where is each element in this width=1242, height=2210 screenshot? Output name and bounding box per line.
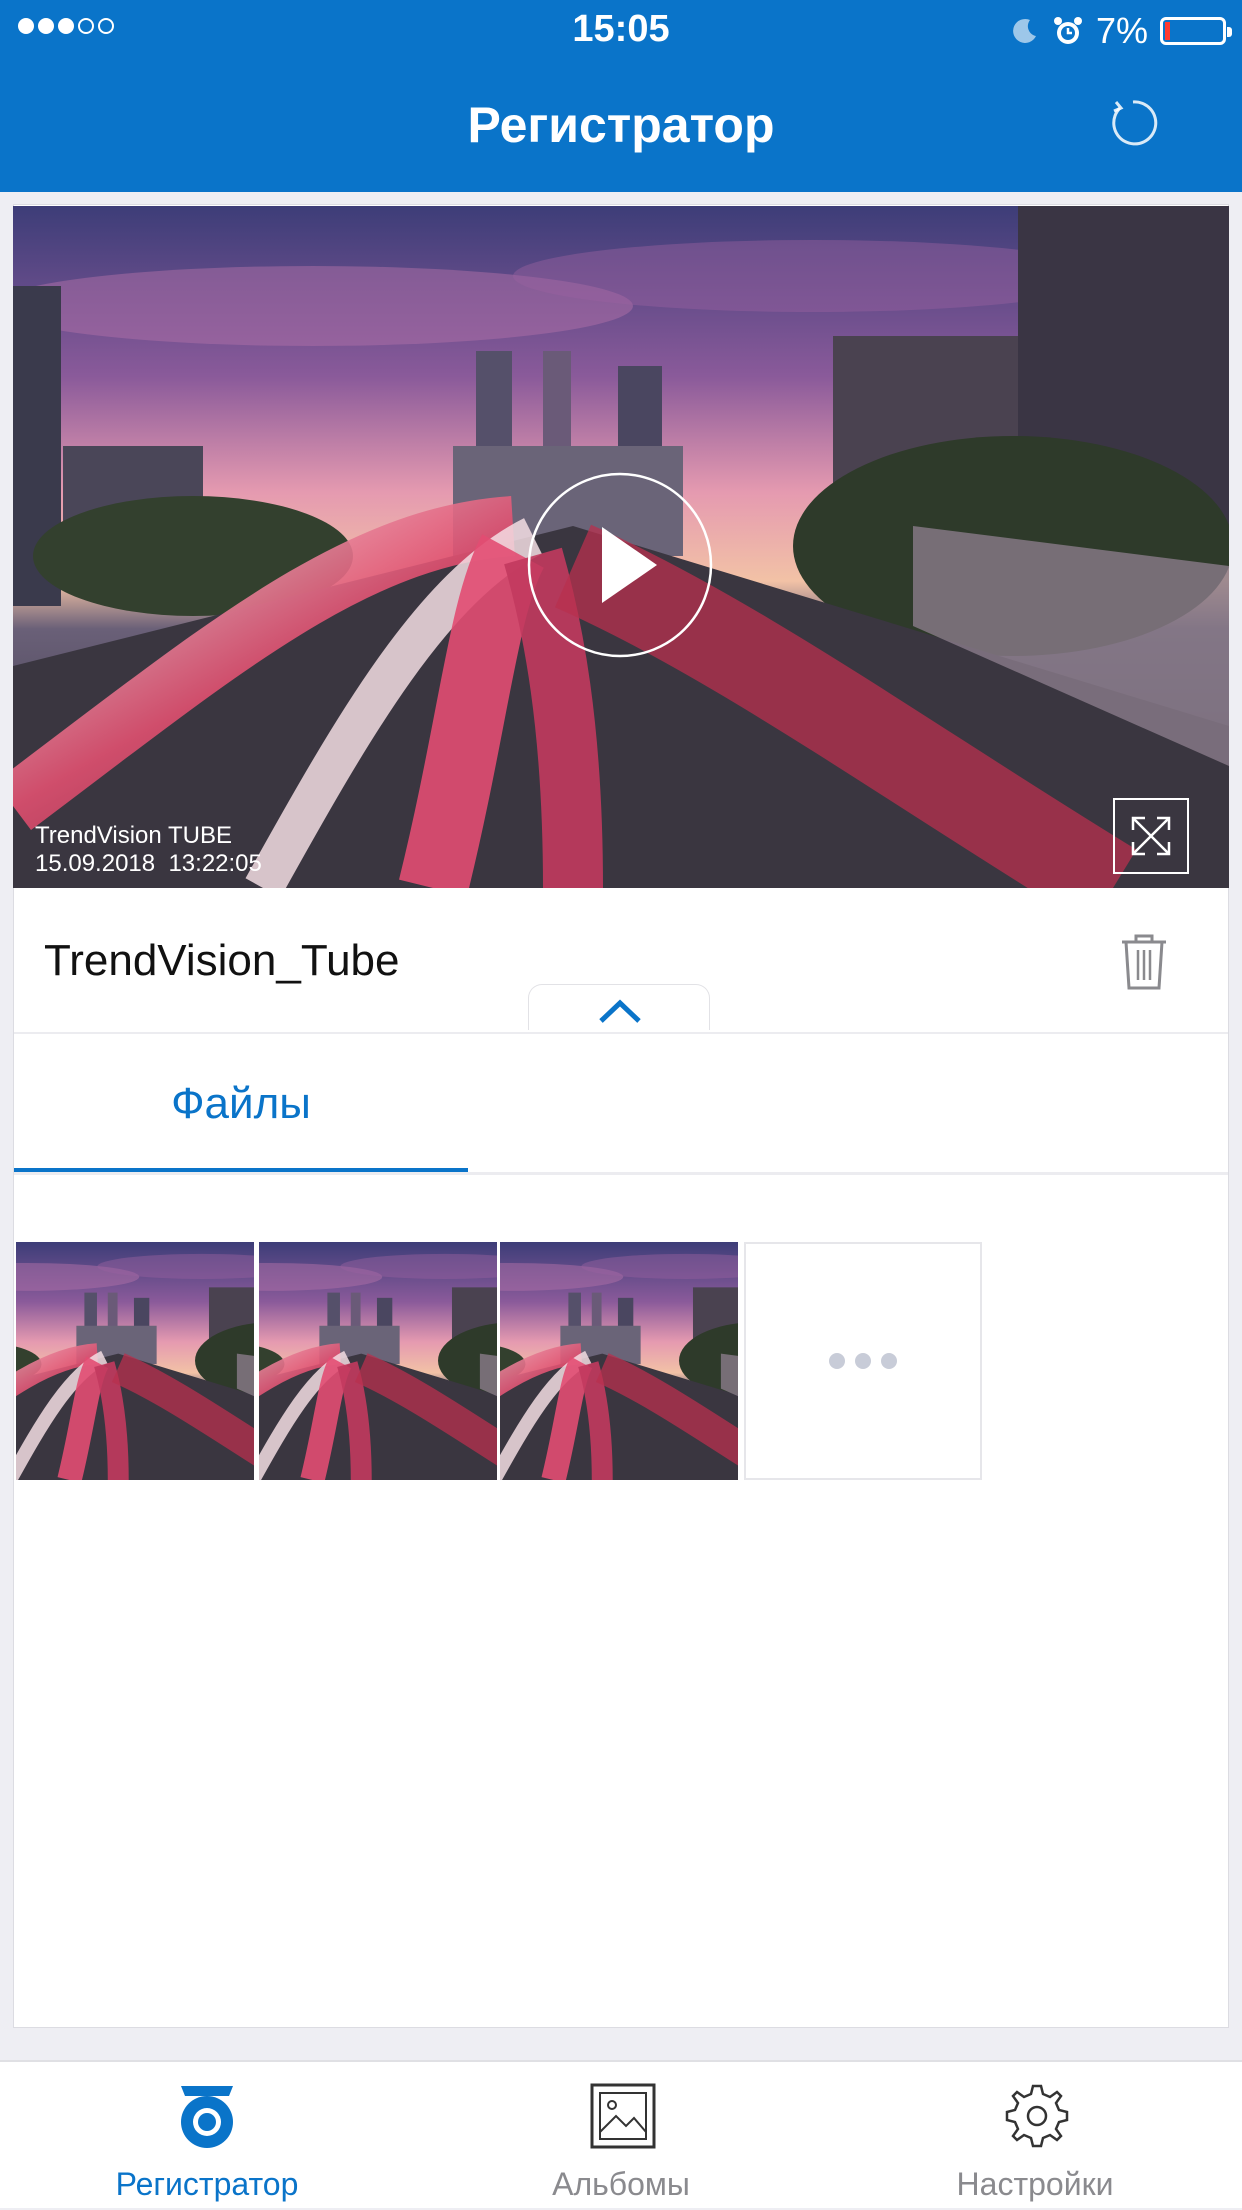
moon-icon bbox=[1013, 18, 1036, 43]
device-name: TrendVision_Tube bbox=[44, 936, 400, 985]
file-thumbnail[interactable] bbox=[16, 1242, 254, 1480]
tabbar-label: Альбомы bbox=[552, 2166, 690, 2202]
overlay-camera-name: TrendVision TUBE bbox=[35, 822, 232, 849]
status-right: 7% bbox=[1010, 10, 1232, 52]
chevron-up-icon bbox=[599, 999, 641, 1023]
status-bar: 15:05 7% bbox=[0, 0, 1242, 62]
video-overlay-text: TrendVision TUBE 15.09.2018 13:22:05 bbox=[35, 822, 262, 878]
overlay-datetime: 15.09.2018 13:22:05 bbox=[35, 850, 262, 877]
alarm-icon bbox=[1053, 17, 1082, 44]
play-button-icon[interactable] bbox=[527, 472, 713, 658]
tabbar-item-settings[interactable]: Настройки bbox=[828, 2062, 1242, 2210]
file-thumbnail[interactable] bbox=[259, 1242, 497, 1480]
more-files-button[interactable] bbox=[744, 1242, 982, 1480]
gear-icon bbox=[1005, 2084, 1069, 2148]
more-dot bbox=[881, 1353, 897, 1369]
refresh-icon[interactable] bbox=[1106, 96, 1160, 150]
tabbar-item-registrator[interactable]: Регистратор bbox=[0, 2062, 414, 2210]
trash-icon[interactable] bbox=[1118, 932, 1170, 992]
tab-files[interactable]: Файлы bbox=[14, 1034, 468, 1174]
more-dot bbox=[829, 1353, 845, 1369]
app-header: 15:05 7% Регистратор bbox=[0, 0, 1242, 192]
bottom-tab-bar: Регистратор Альбомы Настройки bbox=[0, 2060, 1242, 2208]
page-title: Регистратор bbox=[467, 97, 775, 153]
battery-icon bbox=[1160, 17, 1232, 45]
fullscreen-button[interactable] bbox=[1113, 798, 1189, 874]
collapse-button[interactable] bbox=[528, 984, 710, 1030]
tabbar-label: Регистратор bbox=[115, 2166, 299, 2202]
dashcam-icon bbox=[181, 2086, 233, 2148]
album-icon bbox=[590, 2083, 656, 2149]
tabbar-item-albums[interactable]: Альбомы bbox=[414, 2062, 828, 2210]
tabs-divider bbox=[14, 1172, 1228, 1175]
expand-icon bbox=[1131, 816, 1171, 856]
video-player[interactable]: TrendVision TUBE 15.09.2018 13:22:05 bbox=[13, 206, 1229, 888]
battery-percent: 7% bbox=[1095, 10, 1148, 51]
file-thumbnail[interactable] bbox=[500, 1242, 738, 1480]
tabbar-label: Настройки bbox=[956, 2166, 1114, 2202]
more-dot bbox=[855, 1353, 871, 1369]
